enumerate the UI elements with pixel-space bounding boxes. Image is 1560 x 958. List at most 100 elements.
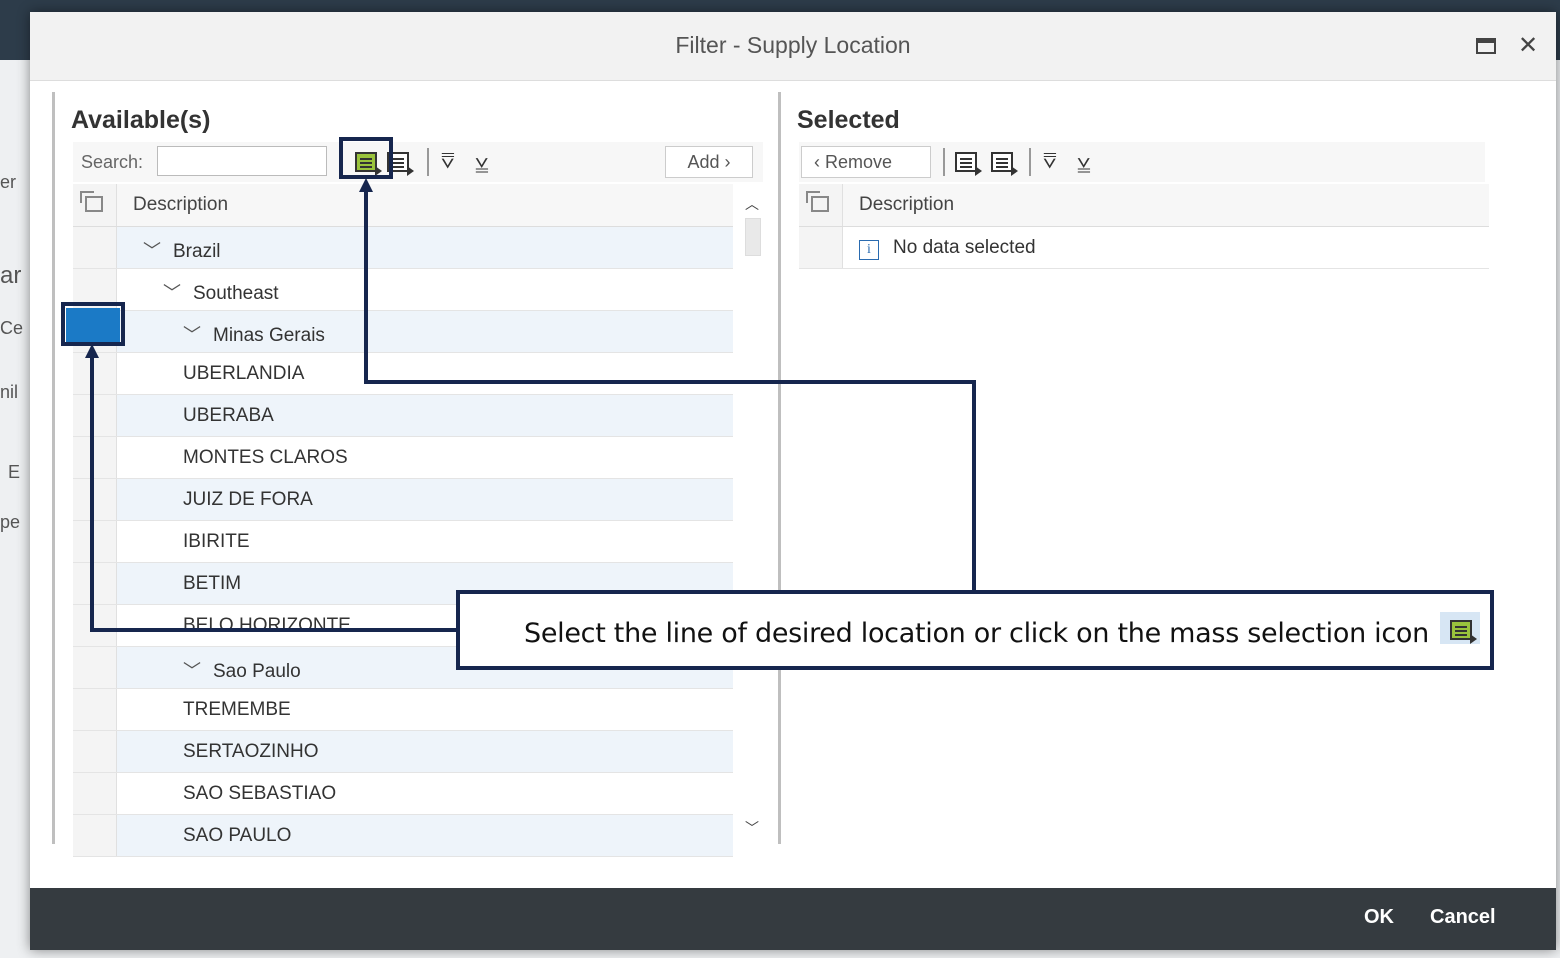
tree-leaf-row[interactable]: SAO SEBASTIAO	[73, 773, 733, 815]
chevron-down-icon[interactable]: ﹀	[183, 657, 201, 683]
row-selector[interactable]	[73, 563, 117, 604]
background-text: E	[8, 462, 21, 482]
tree-item[interactable]: JUIZ DE FORA	[183, 489, 313, 511]
tree-item[interactable]: ﹀ Minas Gerais	[183, 321, 325, 347]
tree-item-label: TREMEMBE	[183, 699, 291, 720]
selected-toolbar: ‹ Remove ⩢ ⩣	[799, 142, 1485, 182]
tree-leaf-row[interactable]: TREMEMBE	[73, 689, 733, 731]
dialog-header: Filter - Supply Location ✕	[30, 12, 1556, 81]
dialog-footer: OK Cancel	[30, 888, 1556, 950]
tree-item[interactable]: IBIRITE	[183, 531, 250, 553]
empty-row: i No data selected	[799, 227, 1489, 269]
tree-leaf-row[interactable]: SAO PAULO	[73, 815, 733, 857]
tree-item-label: SAO PAULO	[183, 825, 292, 846]
available-toolbar: Search: ⩢ ⩣ Add ›	[73, 142, 763, 182]
tree-item-label: SERTAOZINHO	[183, 741, 319, 762]
tree-item[interactable]: SAO SEBASTIAO	[183, 783, 336, 805]
scroll-up-icon[interactable]: ︿	[745, 194, 759, 214]
available-panel: Available(s) Search: ⩢ ⩣ Add › Descripti…	[52, 92, 767, 857]
row-selector[interactable]	[73, 353, 117, 394]
row-selector[interactable]	[73, 521, 117, 562]
chevron-down-icon[interactable]: ﹀	[183, 321, 201, 347]
vertical-scrollbar[interactable]: ︿ ﹀	[741, 186, 767, 842]
selected-panel: Selected ‹ Remove ⩢ ⩣ Description i No da…	[778, 92, 1501, 844]
selected-table: Description i No data selected	[799, 184, 1489, 269]
row-selector[interactable]	[73, 605, 117, 646]
annotation-line	[364, 380, 976, 384]
table-header: Description	[73, 184, 733, 227]
column-header-description: Description	[133, 194, 229, 215]
tree-item[interactable]: BETIM	[183, 573, 241, 595]
row-selector[interactable]	[73, 227, 117, 268]
background-text: nil	[0, 382, 19, 402]
tree-item[interactable]: ﹀ Southeast	[163, 279, 279, 305]
copy-icon	[80, 191, 103, 212]
tree-item[interactable]: SERTAOZINHO	[183, 741, 318, 763]
tree-item[interactable]: UBERABA	[183, 405, 274, 427]
select-all-icon[interactable]	[955, 152, 982, 176]
annotation-line	[972, 380, 976, 592]
background-text: er	[0, 172, 17, 192]
filter-dialog: Filter - Supply Location ✕ Available(s) …	[30, 12, 1556, 950]
available-table: Description ﹀ Brazil ﹀ Southeast ﹀ Minas Gera…	[73, 184, 733, 857]
collapse-all-icon[interactable]: ⩣	[475, 147, 488, 175]
tree-item[interactable]: ﹀ Sao Paulo	[183, 657, 301, 683]
row-selector[interactable]	[73, 395, 117, 436]
tree-item-label: Brazil	[173, 241, 221, 262]
deselect-all-icon[interactable]	[991, 152, 1018, 176]
collapse-all-icon[interactable]: ⩣	[1077, 147, 1090, 175]
cancel-button[interactable]: Cancel	[1430, 906, 1496, 929]
mass-select-highlight	[339, 137, 393, 179]
row-selector[interactable]	[73, 647, 117, 688]
tree-leaf-row[interactable]: SERTAOZINHO	[73, 731, 733, 773]
maximize-icon[interactable]	[1476, 38, 1496, 54]
tree-node-row[interactable]: ﹀ Brazil	[73, 227, 733, 269]
chevron-down-icon[interactable]: ﹀	[143, 237, 161, 263]
tree-item[interactable]: SAO PAULO	[183, 825, 291, 847]
empty-message: i No data selected	[859, 237, 1036, 260]
tree-item-label: UBERLANDIA	[183, 363, 305, 384]
tree-item[interactable]: UBERLANDIA	[183, 363, 304, 385]
tree-leaf-row[interactable]: MONTES CLAROS	[73, 437, 733, 479]
annotation-line	[364, 190, 368, 384]
toolbar-separator	[1029, 148, 1031, 176]
tree-node-row[interactable]: ﹀ Minas Gerais	[73, 311, 733, 353]
row-selector[interactable]	[73, 479, 117, 520]
row-selector	[799, 227, 843, 268]
tree-item-label: Southeast	[193, 283, 279, 304]
row-selector[interactable]	[73, 437, 117, 478]
row-selector[interactable]	[73, 773, 117, 814]
remove-button[interactable]: ‹ Remove	[801, 146, 931, 178]
ok-button[interactable]: OK	[1364, 906, 1394, 929]
scroll-thumb[interactable]	[745, 218, 761, 256]
search-input[interactable]	[157, 146, 327, 176]
add-button[interactable]: Add ›	[665, 146, 753, 178]
row-selector[interactable]	[73, 815, 117, 856]
chevron-down-icon[interactable]: ﹀	[163, 279, 181, 305]
tree-item[interactable]: BELO HORIZONTE	[183, 615, 351, 637]
expand-all-icon[interactable]: ⩢	[441, 147, 454, 175]
select-column-header[interactable]	[73, 184, 117, 226]
tree-item-label: MONTES CLAROS	[183, 447, 348, 468]
close-icon[interactable]: ✕	[1518, 32, 1538, 60]
toolbar-separator	[427, 148, 429, 176]
tree-item-label: UBERABA	[183, 405, 274, 426]
tree-leaf-row[interactable]: UBERLANDIA	[73, 353, 733, 395]
info-icon: i	[859, 240, 879, 260]
tree-item[interactable]: ﹀ Brazil	[143, 237, 221, 263]
tree-leaf-row[interactable]: JUIZ DE FORA	[73, 479, 733, 521]
tree-item-label: BETIM	[183, 573, 242, 594]
row-selector[interactable]	[73, 689, 117, 730]
column-header-description: Description	[859, 194, 955, 215]
tree-item-label: SAO SEBASTIAO	[183, 783, 337, 804]
tree-leaf-row[interactable]: UBERABA	[73, 395, 733, 437]
expand-all-icon[interactable]: ⩢	[1043, 147, 1056, 175]
select-column-header[interactable]	[799, 184, 843, 226]
tree-leaf-row[interactable]: IBIRITE	[73, 521, 733, 563]
tree-item[interactable]: MONTES CLAROS	[183, 447, 348, 469]
tree-node-row[interactable]: ﹀ Southeast	[73, 269, 733, 311]
row-selector[interactable]	[73, 731, 117, 772]
copy-icon	[806, 191, 829, 212]
scroll-down-icon[interactable]: ﹀	[745, 818, 759, 838]
tree-item[interactable]: TREMEMBE	[183, 699, 291, 721]
